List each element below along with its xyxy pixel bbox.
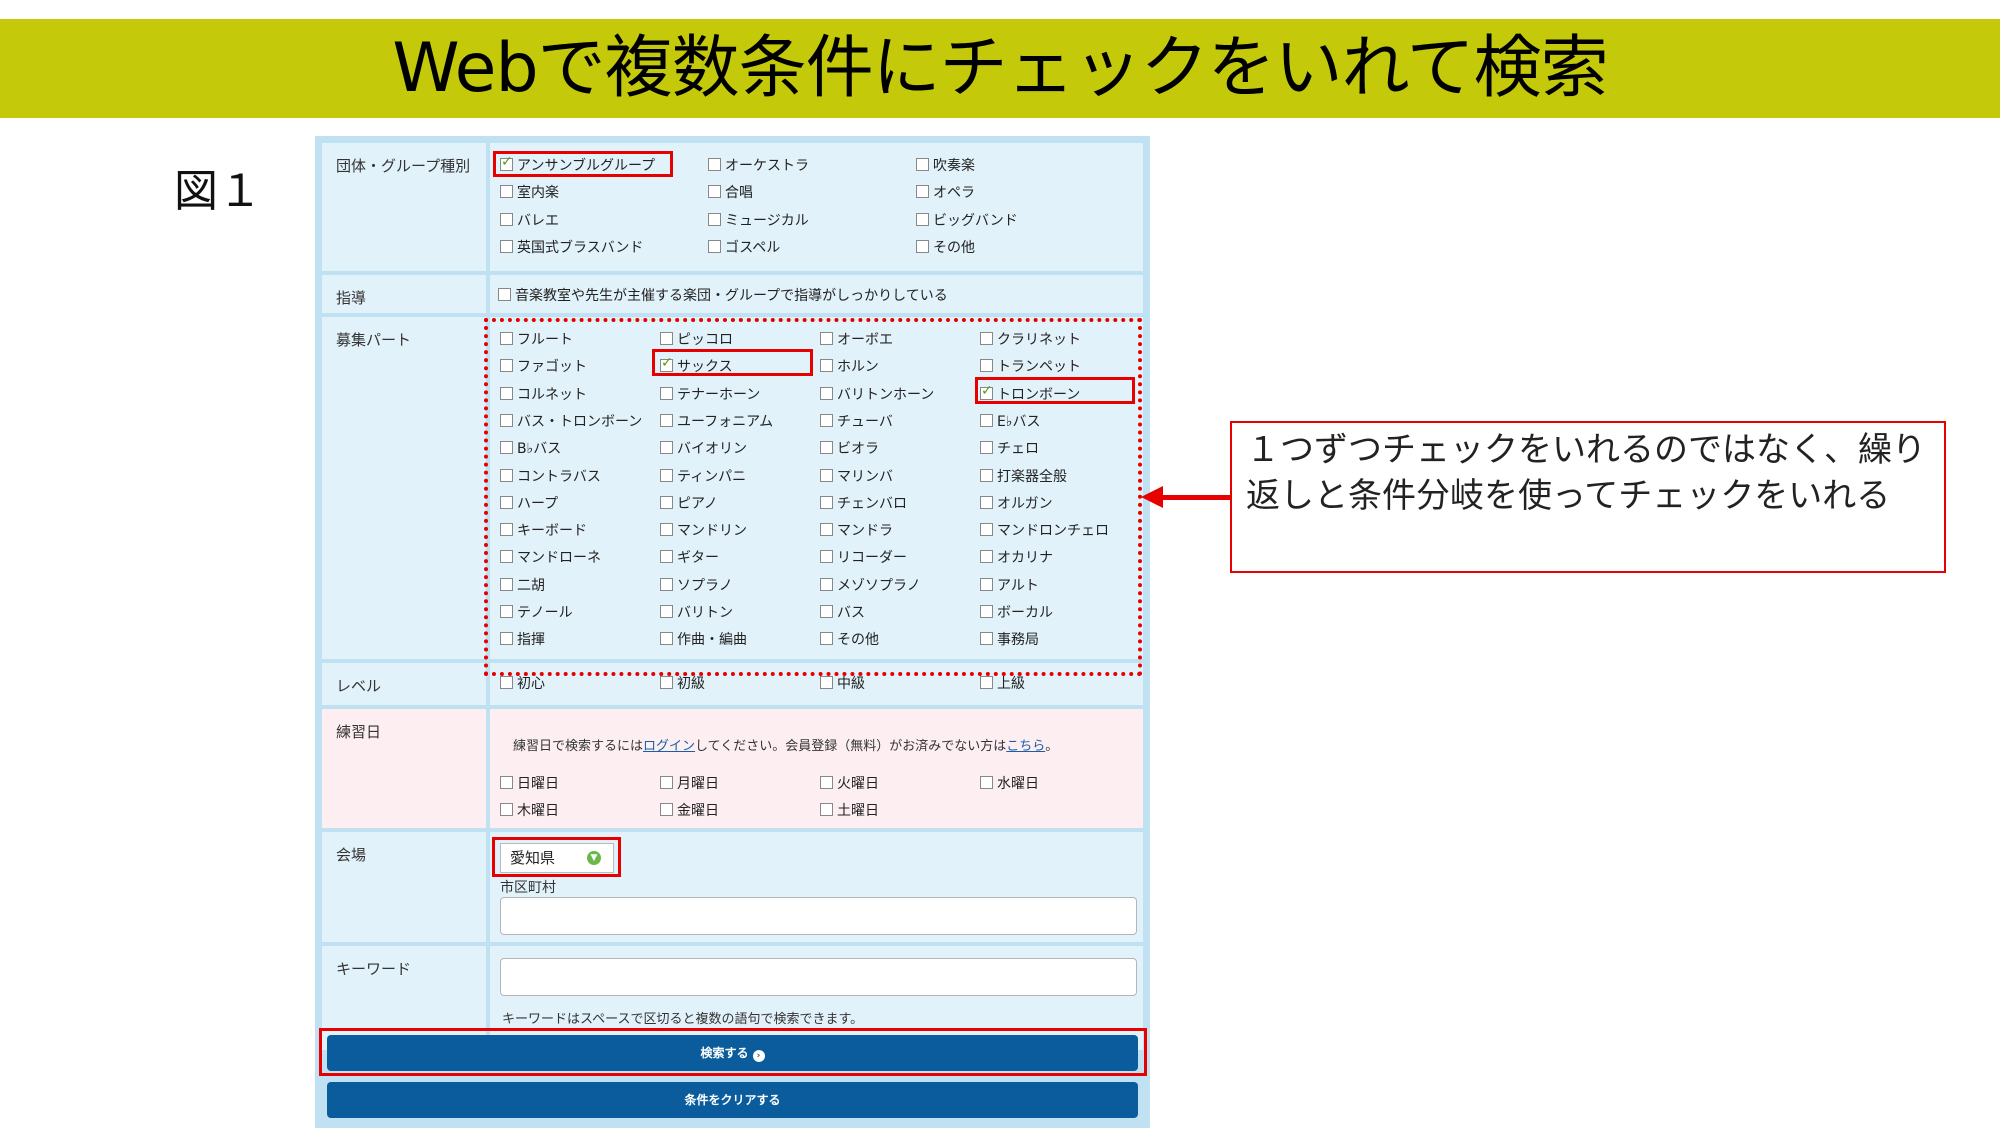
practice-label: 練習日 xyxy=(336,723,382,741)
practice-day-checkbox[interactable]: 日曜日 xyxy=(500,775,559,793)
checkbox-box[interactable] xyxy=(980,676,993,689)
checkbox-box[interactable] xyxy=(500,676,513,689)
explanation-callout: １つずつチェックをいれるのではなく、繰り返しと条件分岐を使ってチェックをいれる xyxy=(1230,421,1946,573)
group-type-label: 団体・グループ種別 xyxy=(336,157,471,175)
checkbox-box[interactable] xyxy=(708,239,721,253)
group-type-checkbox[interactable]: ミュージカル xyxy=(708,212,809,230)
checkbox-box[interactable] xyxy=(500,803,513,817)
level-option-label: 初級 xyxy=(677,676,705,692)
checkbox-box[interactable] xyxy=(820,676,833,689)
venue-label: 会場 xyxy=(336,846,367,864)
level-checkbox[interactable]: 初心 xyxy=(500,675,545,693)
level-checkbox[interactable]: 上級 xyxy=(980,675,1025,693)
practice-day-option-label: 土曜日 xyxy=(837,803,879,820)
group-type-option-label: オペラ xyxy=(933,185,975,202)
practice-day-checkbox[interactable]: 火曜日 xyxy=(820,775,879,793)
city-label: 市区町村 xyxy=(500,880,556,896)
level-label: レベル xyxy=(336,677,382,695)
practice-options: 練習日で検索するにはログインしてください。会員登録（無料）がお済みでない方はこち… xyxy=(490,709,1143,828)
figure-label: 図１ xyxy=(174,166,262,217)
level-option-label: 中級 xyxy=(837,676,865,692)
group-type-checkbox[interactable]: オペラ xyxy=(916,184,975,202)
row-guidance: 指導 音楽教室や先生が主催する楽団・グループで指導がしっかりしている xyxy=(322,275,1143,313)
level-checkbox[interactable]: 初級 xyxy=(660,675,705,693)
checkbox-box[interactable] xyxy=(500,212,513,226)
group-type-option-label: 英国式ブラスバンド xyxy=(517,239,644,256)
group-type-checkbox[interactable]: バレエ xyxy=(500,212,559,230)
group-type-checkbox[interactable]: 合唱 xyxy=(708,184,753,202)
practice-day-option-label: 火曜日 xyxy=(837,776,879,792)
group-type-checkbox[interactable]: ビッグバンド xyxy=(916,212,1018,230)
group-type-checkbox[interactable]: その他 xyxy=(916,239,975,257)
highlight-search-button xyxy=(319,1028,1147,1076)
group-type-checkbox[interactable]: ゴスペル xyxy=(708,239,780,257)
keyword-help-text: キーワードはスペースで区切ると複数の語句で検索できます。 xyxy=(502,1012,864,1027)
group-type-checkbox[interactable]: 吹奏楽 xyxy=(916,157,975,175)
clear-conditions-button[interactable]: 条件をクリアする xyxy=(327,1082,1138,1118)
guidance-checkbox[interactable]: 音楽教室や先生が主催する楽団・グループで指導がしっかりしている xyxy=(498,287,948,305)
guidance-label: 指導 xyxy=(336,289,367,307)
group-type-option-label: 吹奏楽 xyxy=(933,158,975,174)
group-type-option-label: 合唱 xyxy=(725,185,753,202)
checkbox-box[interactable] xyxy=(820,803,833,817)
slide-title: Webで複数条件にチェックをいれて検索 xyxy=(392,29,1608,108)
group-type-option-label: バレエ xyxy=(517,212,559,229)
checkbox-box[interactable] xyxy=(708,212,721,226)
keyword-input[interactable] xyxy=(500,958,1137,996)
checkbox-box[interactable] xyxy=(500,239,513,253)
highlight-ensemble xyxy=(493,151,673,177)
checkbox-box[interactable] xyxy=(916,239,929,253)
register-here-link[interactable]: こちら xyxy=(1006,739,1045,754)
checkbox-box[interactable] xyxy=(708,158,721,171)
practice-day-checkbox[interactable]: 月曜日 xyxy=(660,775,719,793)
checkbox-box[interactable] xyxy=(660,676,673,689)
group-type-option-label: その他 xyxy=(933,239,975,256)
highlight-prefecture xyxy=(492,837,621,877)
practice-login-note: 練習日で検索するにはログインしてください。会員登録（無料）がお済みでない方はこち… xyxy=(513,739,1059,754)
arrow-shaft xyxy=(1160,495,1230,500)
practice-day-checkbox[interactable]: 土曜日 xyxy=(820,802,879,820)
practice-day-checkbox[interactable]: 木曜日 xyxy=(500,802,559,820)
group-type-option-label: ミュージカル xyxy=(725,212,809,229)
group-type-checkbox[interactable]: 室内楽 xyxy=(500,184,559,202)
highlight-parts-area xyxy=(484,318,1142,676)
level-option-label: 上級 xyxy=(997,676,1025,692)
checkbox-box[interactable] xyxy=(980,776,993,789)
group-type-option-label: 室内楽 xyxy=(517,185,559,202)
practice-day-option-label: 水曜日 xyxy=(997,776,1039,792)
row-practice: 練習日 練習日で検索するにはログインしてください。会員登録（無料）がお済みでない… xyxy=(322,709,1143,828)
guidance-option-label: 音楽教室や先生が主催する楽団・グループで指導がしっかりしている xyxy=(515,288,948,304)
row-group-type: 団体・グループ種別 アンサンブルグループオーケストラ吹奏楽室内楽合唱オペラバレエ… xyxy=(322,143,1143,271)
practice-day-option-label: 日曜日 xyxy=(517,776,559,792)
checkbox-box[interactable] xyxy=(708,185,721,199)
city-input[interactable] xyxy=(500,897,1137,935)
login-link[interactable]: ログイン xyxy=(643,739,695,754)
title-banner: Webで複数条件にチェックをいれて検索 xyxy=(0,19,2000,118)
checkbox-box[interactable] xyxy=(916,158,929,171)
practice-day-option-label: 金曜日 xyxy=(677,803,719,820)
checkbox-box[interactable] xyxy=(660,776,673,789)
practice-day-option-label: 月曜日 xyxy=(677,776,719,792)
checkbox-box[interactable] xyxy=(820,776,833,789)
practice-day-option-label: 木曜日 xyxy=(517,803,559,820)
checkbox-box[interactable] xyxy=(916,185,929,199)
checkbox-box[interactable] xyxy=(916,212,929,226)
practice-day-checkbox[interactable]: 水曜日 xyxy=(980,775,1039,793)
practice-day-checkbox[interactable]: 金曜日 xyxy=(660,802,719,820)
group-type-option-label: ビッグバンド xyxy=(933,212,1018,229)
checkbox-box[interactable] xyxy=(498,288,511,301)
group-type-checkbox[interactable]: 英国式ブラスバンド xyxy=(500,239,643,257)
keyword-label: キーワード xyxy=(336,960,412,978)
group-type-checkbox[interactable]: オーケストラ xyxy=(708,157,809,175)
checkbox-box[interactable] xyxy=(500,185,513,199)
search-form: 団体・グループ種別 アンサンブルグループオーケストラ吹奏楽室内楽合唱オペラバレエ… xyxy=(315,136,1150,1128)
level-checkbox[interactable]: 中級 xyxy=(820,675,865,693)
parts-label: 募集パート xyxy=(336,331,412,349)
row-venue: 会場 愛知県 ▼ 市区町村 xyxy=(322,832,1143,942)
checkbox-box[interactable] xyxy=(500,776,513,789)
group-type-option-label: オーケストラ xyxy=(725,158,809,174)
checkbox-box[interactable] xyxy=(660,803,673,817)
group-type-option-label: ゴスペル xyxy=(725,239,781,256)
level-option-label: 初心 xyxy=(517,676,545,692)
